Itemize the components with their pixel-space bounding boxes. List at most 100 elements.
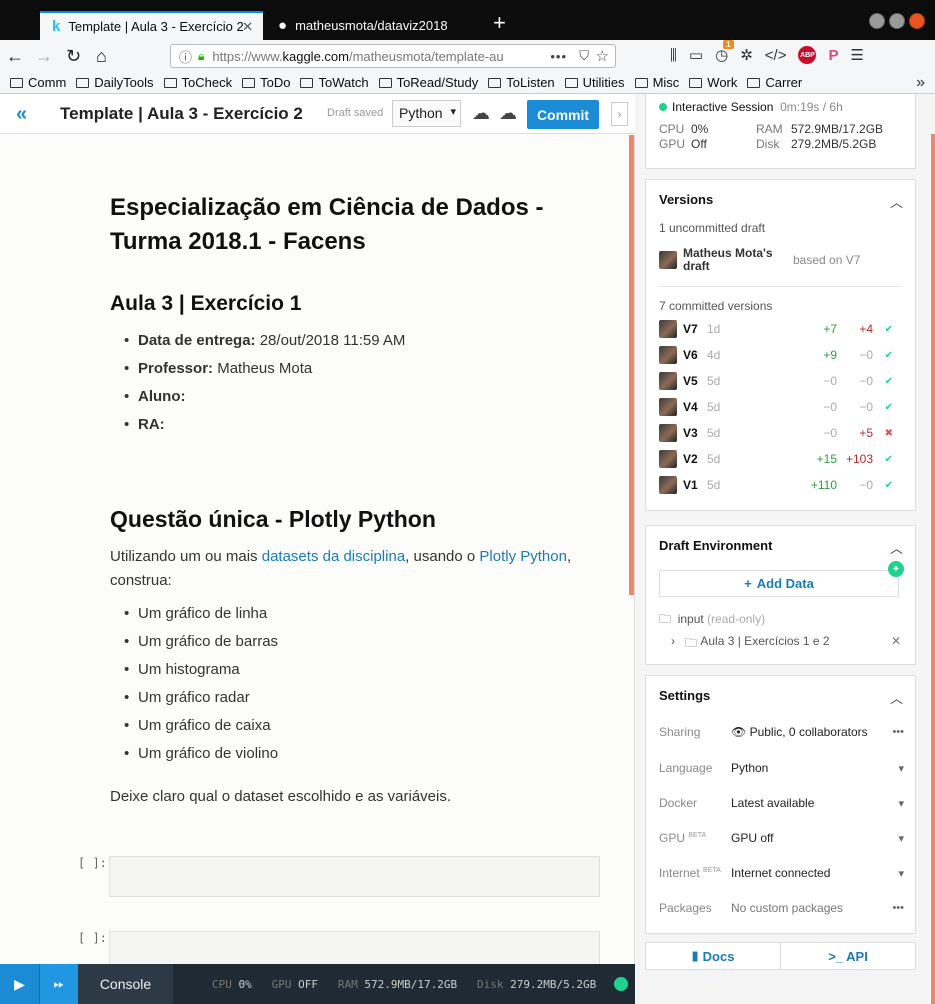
setting-value[interactable]: Internet connected (731, 866, 890, 880)
adblock-plus-icon[interactable]: ABP (798, 46, 817, 64)
url-bar[interactable]: ⓘ 🔒︎ https://www.kaggle.com/matheusmota/… (170, 44, 616, 68)
bookmark-folder[interactable]: ToWatch (300, 75, 369, 90)
sidebar-scrollbar[interactable] (931, 134, 935, 1004)
setting-language[interactable]: Language Python ▾ (659, 758, 904, 778)
back-icon[interactable]: ← (6, 45, 24, 67)
extension-icon[interactable]: P (828, 47, 838, 64)
bookmark-folder[interactable]: ToRead/Study (378, 75, 478, 90)
new-tab-button[interactable]: + (493, 12, 506, 34)
tab-kaggle-notebook[interactable]: k Template | Aula 3 - Exercício 2 ✕ (40, 11, 263, 40)
setting-value[interactable]: No custom packages (731, 901, 890, 915)
bookmarks-overflow-icon[interactable]: » (916, 74, 925, 92)
editor-scrollbar[interactable] (629, 135, 634, 595)
gear-icon[interactable]: ✲ (740, 46, 753, 64)
draft-row[interactable]: Matheus Mota's draft based on V7 (659, 247, 904, 273)
dataset-item[interactable]: › 🗀︎ Aula 3 | Exercícios 1 e 2 ✕ (671, 634, 901, 655)
menu-icon[interactable]: ☰ (850, 46, 863, 64)
bookmark-folder[interactable]: Work (689, 75, 737, 90)
run-all-button[interactable]: ⏩︎ (39, 964, 78, 1004)
info-icon[interactable]: ⓘ (179, 47, 192, 66)
setting-docker[interactable]: Docker Latest available ▾ (659, 793, 904, 813)
url-text[interactable]: https://www.kaggle.com/matheusmota/templ… (212, 49, 512, 64)
bookmark-folder[interactable]: ToListen (488, 75, 555, 90)
kernel-title[interactable]: Template | Aula 3 - Exercício 2 (60, 104, 303, 124)
avatar (659, 251, 677, 269)
remove-dataset-icon[interactable]: ✕ (891, 634, 901, 655)
markdown-cell-heading[interactable]: Especialização em Ciência de Dados - Tur… (110, 191, 600, 259)
docs-link[interactable]: ▮ Docs (646, 943, 780, 969)
code-input[interactable] (109, 931, 600, 964)
more-options-icon[interactable]: ••• (890, 902, 904, 914)
home-icon[interactable]: ⌂ (96, 45, 107, 67)
expand-right-icon[interactable]: › (611, 102, 628, 126)
console-toggle[interactable]: Console (78, 964, 173, 1004)
lock-icon[interactable]: 🔒︎ (198, 49, 204, 64)
add-data-button[interactable]: + Add Data (659, 570, 899, 597)
chevron-up-icon[interactable]: ︿ (890, 688, 903, 707)
bookmark-folder[interactable]: ToCheck (163, 75, 232, 90)
download-cloud-icon[interactable]: ☁ (499, 103, 517, 124)
close-tab-icon[interactable]: ✕ (242, 19, 253, 35)
upload-cloud-icon[interactable]: ☁ (472, 103, 490, 124)
version-row[interactable]: V7 1d +7 +4 ✔ (659, 320, 904, 338)
markdown-cell-question[interactable]: Questão única - Plotly Python Utilizando… (110, 506, 600, 809)
setting-value[interactable]: Latest available (731, 796, 890, 810)
setting-sharing[interactable]: Sharing 👁︎ Public, 0 collaborators ••• (659, 722, 904, 742)
version-row[interactable]: V3 5d −0 +5 ✖ (659, 424, 904, 442)
more-options-icon[interactable]: ••• (890, 726, 904, 738)
bookmark-folder[interactable]: ToDo (242, 75, 290, 90)
notebook-editor[interactable]: Especialização em Ciência de Dados - Tur… (0, 135, 635, 964)
version-name: V4 (683, 400, 698, 414)
version-row[interactable]: V5 5d −0 −0 ✔ (659, 372, 904, 390)
version-row[interactable]: V6 4d +9 −0 ✔ (659, 346, 904, 364)
code-icon[interactable]: </> (765, 47, 787, 64)
commit-button[interactable]: Commit (527, 100, 599, 129)
tab-github[interactable]: ● matheusmota/dataviz2018 (266, 11, 486, 40)
collapse-left-icon[interactable]: « (16, 103, 27, 126)
folder-icon (564, 77, 578, 88)
chevron-down-icon[interactable]: ▾ (890, 867, 904, 880)
chevron-down-icon[interactable]: ▾ (890, 762, 904, 775)
version-row[interactable]: V1 5d +110 −0 ✔ (659, 476, 904, 494)
library-icon[interactable]: ⫼ (670, 47, 677, 64)
close-window-button[interactable] (909, 13, 925, 29)
pocket-icon[interactable]: ⛉ (579, 48, 589, 64)
setting-value[interactable]: 👁︎ Public, 0 collaborators (731, 725, 890, 739)
setting-value[interactable]: GPU off (731, 831, 890, 845)
success-icon: ✔ (884, 401, 893, 413)
bookmark-folder[interactable]: Carrer (747, 75, 802, 90)
reload-icon[interactable]: ↻ (66, 45, 81, 67)
language-select[interactable]: Python (392, 100, 461, 127)
versions-panel: Versions ︿ 1 uncommitted draft Matheus M… (645, 179, 916, 511)
addon-timer-icon[interactable]: ◷ 1 (715, 40, 734, 64)
forward-icon[interactable]: → (35, 45, 53, 67)
bookmark-folder[interactable]: DailyTools (76, 75, 154, 90)
setting-internet[interactable]: Internet BETA Internet connected ▾ (659, 863, 904, 883)
plotly-link[interactable]: Plotly Python (479, 548, 567, 565)
bookmark-star-icon[interactable]: ☆ (596, 47, 609, 65)
page-actions-icon[interactable]: ••• (550, 49, 567, 64)
chevron-up-icon[interactable]: ︿ (890, 538, 903, 557)
minimize-button[interactable] (869, 13, 885, 29)
version-row[interactable]: V2 5d +15 +103 ✔ (659, 450, 904, 468)
setting-gpu[interactable]: GPU BETA GPU off ▾ (659, 828, 904, 848)
datasets-link[interactable]: datasets da disciplina (262, 548, 405, 565)
chevron-up-icon[interactable]: ︿ (890, 192, 903, 211)
setting-value[interactable]: Python (731, 761, 890, 775)
chevron-down-icon[interactable]: ▾ (890, 797, 904, 810)
markdown-cell-info[interactable]: Aula 3 | Exercício 1 Data de entrega: 28… (110, 292, 600, 444)
version-row[interactable]: V4 5d −0 −0 ✔ (659, 398, 904, 416)
run-cell-button[interactable]: ▶ (0, 964, 39, 1004)
setting-packages[interactable]: Packages No custom packages ••• (659, 898, 904, 918)
bookmark-folder[interactable]: Comm (10, 75, 66, 90)
chevron-down-icon[interactable]: ▾ (890, 832, 904, 845)
input-folder[interactable]: 🗀︎ input (read-only) (659, 610, 765, 631)
maximize-button[interactable] (889, 13, 905, 29)
bookmark-folder[interactable]: Utilities (564, 75, 625, 90)
code-input[interactable] (109, 856, 600, 897)
sidebar-icon[interactable]: ▭ (689, 46, 703, 64)
chevron-right-icon[interactable]: › (671, 634, 675, 655)
api-link[interactable]: >_ API (780, 943, 915, 969)
bookmark-folder[interactable]: Misc (634, 75, 679, 90)
lightbulb-icon[interactable]: ✦ (888, 561, 904, 577)
